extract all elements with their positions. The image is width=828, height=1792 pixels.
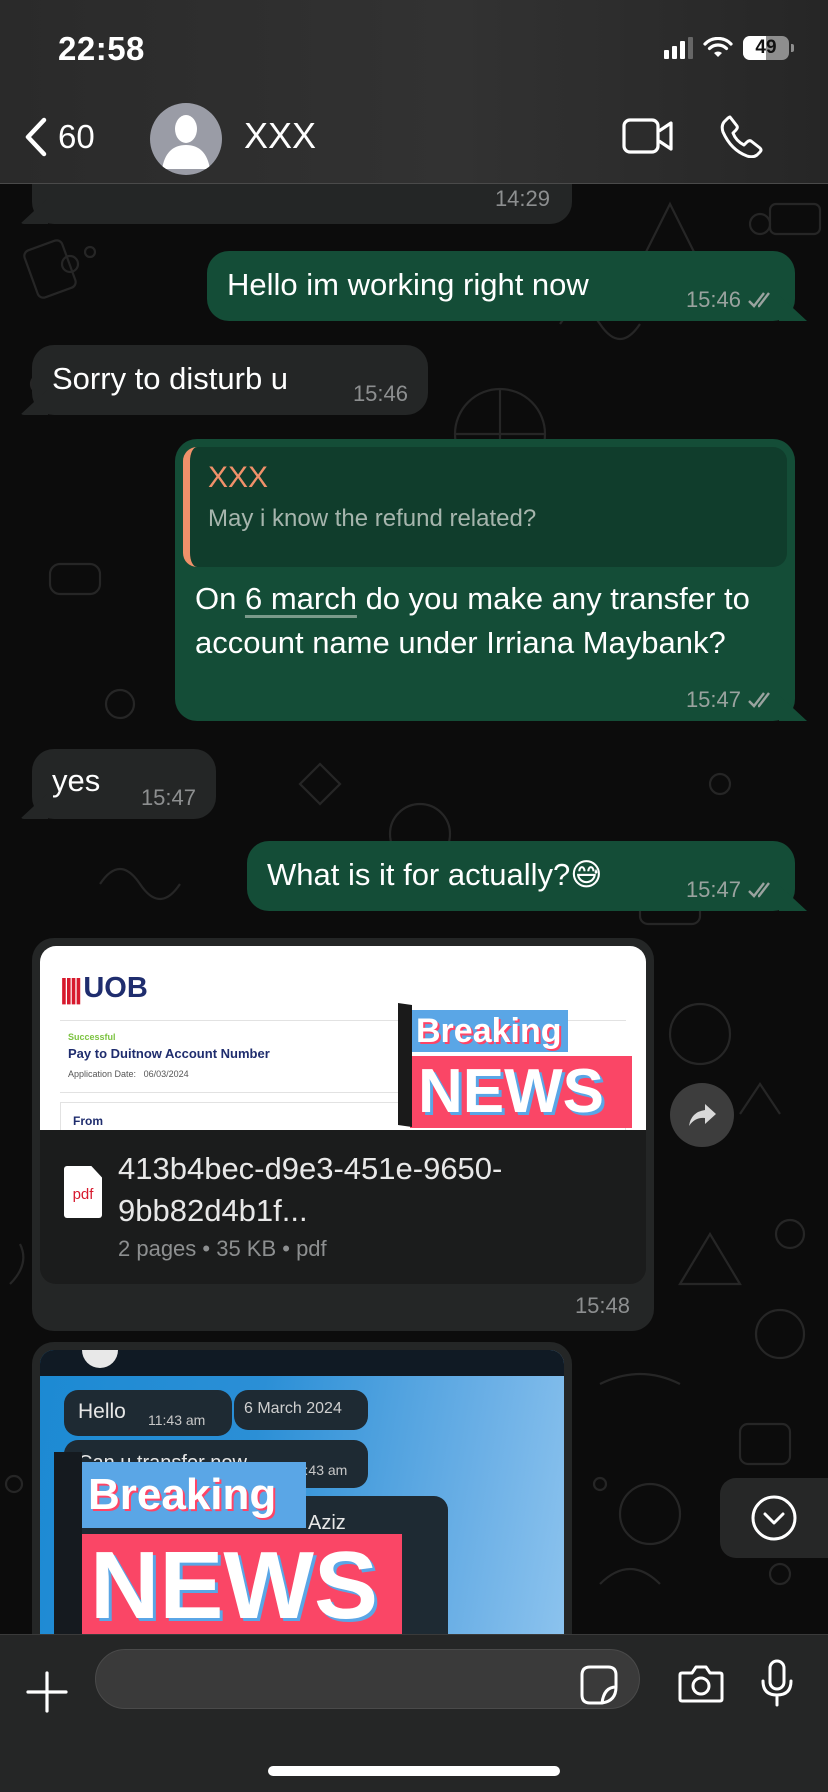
message-time: 15:47: [685, 687, 741, 712]
overlay-news: NEWS: [410, 1056, 632, 1128]
home-indicator[interactable]: [268, 1766, 560, 1776]
message-meta: 15:47: [686, 687, 777, 713]
doc-section-from: From: [73, 1114, 103, 1128]
wifi-icon: [703, 37, 733, 57]
image-chip-date: 6 March 2024: [234, 1390, 368, 1430]
scroll-to-bottom-button[interactable]: [720, 1478, 828, 1558]
sticker-button[interactable]: [580, 1665, 618, 1710]
message-time: 15:47: [685, 877, 741, 902]
chevron-left-icon: [25, 117, 47, 157]
battery-indicator: 49: [743, 36, 789, 60]
bank-logo: |||| UOB: [60, 972, 148, 1005]
document-file-row[interactable]: pdf 413b4bec-d9e3-451e-9650-9bb82d4b1f..…: [40, 1130, 646, 1284]
uob-logo-text: UOB: [83, 972, 148, 1004]
message-input[interactable]: [95, 1649, 640, 1709]
status-bar-time: 22:58: [58, 30, 145, 67]
forward-button[interactable]: [670, 1083, 734, 1147]
phone-icon: [720, 115, 763, 159]
doc-date: Application Date: 06/03/2024: [68, 1069, 189, 1079]
video-call-button[interactable]: [622, 118, 674, 159]
default-person-icon: [162, 115, 210, 169]
image-chip-time: 11:43 am: [148, 1412, 206, 1428]
image-preview[interactable]: Hello 11:43 am 6 March 2024 Can u transf…: [40, 1350, 564, 1642]
contact-avatar[interactable]: [150, 103, 222, 175]
doc-title: Pay to Duitnow Account Number: [68, 1046, 270, 1061]
date-link[interactable]: 6 march: [245, 581, 357, 616]
message-outgoing-reply[interactable]: XXX May i know the refund related? On 6 …: [175, 439, 807, 721]
sticker-icon: [580, 1665, 618, 1705]
camera-button[interactable]: [678, 1663, 724, 1708]
message-meta: 15:46: [686, 287, 777, 313]
message-text: On 6 march do you make any transfer to a…: [195, 577, 775, 665]
breaking-news-overlay: Breaking NEWS: [54, 1452, 402, 1642]
overlay-spine: [398, 1003, 412, 1127]
chevron-down-circle-icon: [751, 1495, 797, 1541]
attach-button[interactable]: [26, 1671, 68, 1718]
message-meta: 15:47: [686, 877, 777, 903]
message-text: yes: [52, 763, 101, 798]
overlay-news: NEWS: [80, 1534, 402, 1638]
message-text-part: On: [195, 581, 245, 616]
overlay-spine: [54, 1452, 82, 1642]
message-incoming-image[interactable]: Hello 11:43 am 6 March 2024 Can u transf…: [32, 1342, 572, 1642]
document-preview[interactable]: |||| UOB Successful Pay to Duitnow Accou…: [40, 946, 646, 1130]
emoji-sweat-smile: 😅: [570, 857, 603, 892]
pdf-file-icon-label: pdf: [72, 1185, 94, 1203]
file-meta: 2 pages • 35 KB • pdf: [118, 1236, 327, 1261]
back-button[interactable]: 60: [22, 116, 95, 158]
forward-arrow-icon: [689, 1104, 716, 1126]
pdf-file-icon: pdf: [64, 1166, 102, 1218]
unread-chats-count: 60: [58, 118, 95, 155]
plus-icon: [26, 1671, 68, 1713]
message-incoming-document[interactable]: |||| UOB Successful Pay to Duitnow Accou…: [32, 938, 654, 1331]
read-receipt-icon: [748, 292, 770, 308]
file-name: 413b4bec-d9e3-451e-9650-9bb82d4b1f...: [118, 1151, 503, 1228]
microphone-icon: [761, 1659, 793, 1707]
doc-status: Successful: [68, 1032, 116, 1042]
read-receipt-icon: [748, 882, 770, 898]
overlay-breaking: Breaking: [410, 1010, 568, 1052]
breaking-news-overlay: Breaking NEWS: [398, 1003, 632, 1128]
quoted-author: XXX: [208, 461, 269, 494]
uob-logo-mark: ||||: [60, 972, 82, 1004]
image-chip-hello: Hello 11:43 am: [64, 1390, 232, 1436]
message-text: Hello im working right now: [227, 267, 589, 302]
doc-date-label: Application Date:: [68, 1069, 137, 1079]
message-time: 15:46: [685, 287, 741, 312]
message-time: 15:47: [140, 785, 196, 810]
quoted-message[interactable]: XXX May i know the refund related?: [183, 447, 787, 567]
read-receipt-icon: [748, 692, 770, 708]
image-avatar: [82, 1350, 118, 1368]
doc-date-value: 06/03/2024: [143, 1069, 189, 1079]
message-time: 15:48: [574, 1293, 630, 1318]
message-text-body: What is it for actually?: [267, 857, 571, 892]
chat-header: 22:58 49 60 XXX: [0, 0, 828, 184]
quoted-text: May i know the refund related?: [208, 505, 537, 532]
status-bar-icons: 49: [664, 36, 794, 60]
voice-call-button[interactable]: [720, 114, 764, 163]
camera-icon: [678, 1665, 724, 1703]
image-chip-date-text: 6 March 2024: [244, 1400, 342, 1417]
message-time: 14:29: [494, 186, 550, 211]
message-text: Sorry to disturb u: [52, 361, 289, 396]
message-outgoing[interactable]: Hello im working right now 15:46: [207, 251, 807, 321]
message-time: 15:46: [352, 381, 408, 406]
battery-percent: 49: [755, 37, 777, 58]
battery-nub: [791, 44, 794, 52]
video-camera-icon: [622, 118, 673, 154]
contact-name[interactable]: XXX: [244, 115, 316, 157]
image-topbar: [40, 1350, 564, 1376]
message-incoming[interactable]: yes 15:47: [20, 749, 216, 819]
message-outgoing[interactable]: What is it for actually?😅 15:47: [247, 841, 807, 911]
message-text: What is it for actually?😅: [267, 853, 603, 897]
message-incoming[interactable]: Sorry to disturb u 15:46: [20, 345, 428, 415]
image-chip-text: Hello: [78, 1400, 126, 1423]
cellular-signal-icon: [664, 37, 693, 59]
overlay-breaking: Breaking: [80, 1462, 306, 1528]
voice-message-button[interactable]: [760, 1659, 794, 1712]
